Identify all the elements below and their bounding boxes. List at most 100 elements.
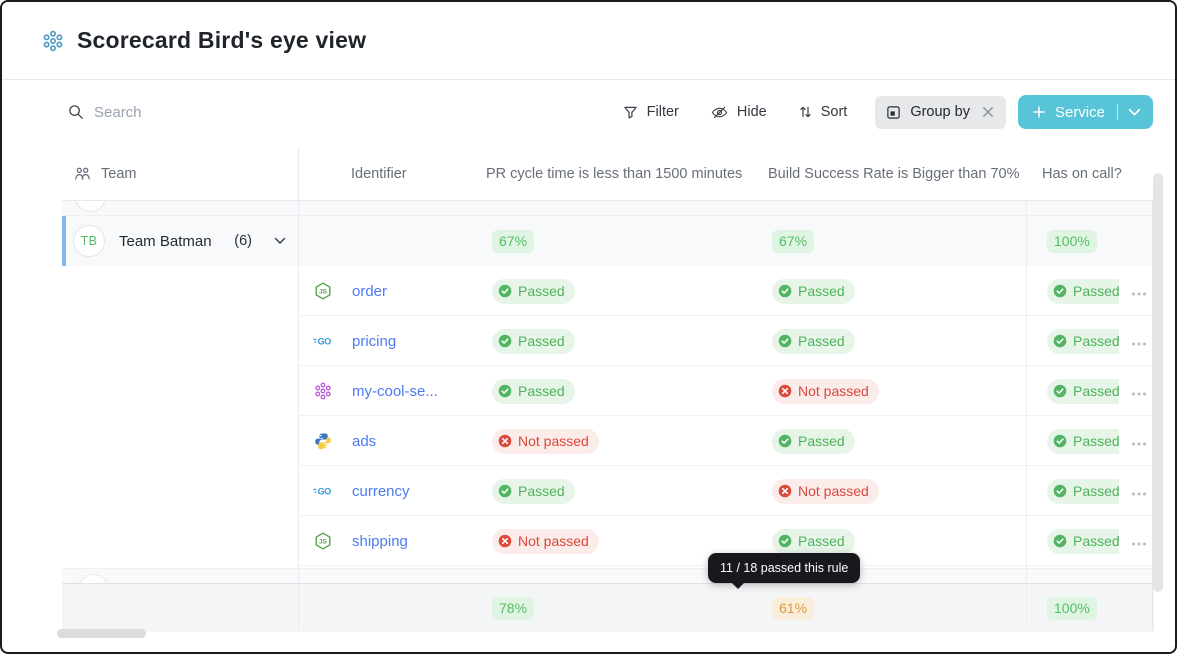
column-label: Has on call? (1042, 165, 1122, 182)
status-label: Passed (1073, 433, 1119, 449)
sort-label: Sort (820, 104, 848, 120)
horizontal-scrollbar-thumb[interactable] (57, 629, 146, 638)
table-row[interactable]: my-cool-se... Passed Not passed Passed (62, 366, 1154, 416)
toolbar: Filter Hide Sort Group by Service (2, 90, 1175, 134)
score-pill[interactable]: 100% (1047, 596, 1097, 620)
check-circle-icon (778, 284, 792, 298)
row-menu-button[interactable] (1129, 532, 1149, 551)
vertical-scrollbar-thumb[interactable] (1153, 173, 1163, 592)
row-menu-button[interactable] (1129, 432, 1149, 451)
nodejs-icon: JS (313, 282, 332, 301)
rule1-cell: Passed (485, 328, 767, 354)
check-circle-icon (778, 434, 792, 448)
status-badge: Passed (1047, 328, 1119, 354)
row-menu-button[interactable] (1129, 482, 1149, 501)
column-header-rule1[interactable]: PR cycle time is less than 1500 minutes (485, 166, 767, 182)
hide-button[interactable]: Hide (711, 104, 767, 120)
group-summary-rule3: 100% (1027, 596, 1154, 620)
clipped-badge: Passed (1047, 528, 1119, 554)
check-circle-icon (1053, 284, 1067, 298)
table-row[interactable]: JS order Passed Passed Passed (62, 266, 1154, 316)
status-label: Not passed (798, 483, 869, 499)
score-pill[interactable]: 67% (772, 229, 815, 253)
score-pill[interactable]: 61% (772, 596, 815, 620)
status-badge: Passed (772, 278, 855, 304)
service-link[interactable]: ads (352, 433, 376, 450)
status-label: Passed (518, 333, 565, 349)
chevron-down-icon[interactable] (274, 237, 286, 245)
status-badge: Passed (1047, 278, 1119, 304)
status-label: Passed (518, 483, 565, 499)
x-circle-icon (498, 434, 512, 448)
status-badge: Passed (492, 328, 575, 354)
eye-off-icon (711, 105, 728, 120)
status-label: Not passed (518, 533, 589, 549)
service-link[interactable]: shipping (352, 533, 408, 550)
group-by-chip[interactable]: Group by (875, 95, 1006, 129)
row-menu-button[interactable] (1129, 332, 1149, 351)
check-circle-icon (498, 484, 512, 498)
filter-button[interactable]: Filter (623, 104, 679, 120)
go-icon: GO (313, 332, 332, 351)
column-label: Build Success Rate is Bigger than 70% (768, 165, 1020, 182)
group-name: Team Batman (119, 232, 212, 250)
group-summary-rule3: 100% (1027, 229, 1154, 253)
column-header-rule3[interactable]: Has on call? (1027, 166, 1154, 182)
table-row[interactable]: GO currency Passed Not passed Passed (62, 466, 1154, 516)
close-icon[interactable] (981, 105, 995, 119)
ellipsis-icon (1131, 434, 1147, 449)
status-badge: Passed (492, 478, 575, 504)
chevron-down-icon[interactable] (1128, 108, 1141, 117)
group-by-icon (886, 105, 901, 120)
table-row[interactable]: JS shipping Not passed Passed Passed (62, 516, 1154, 566)
x-circle-icon (498, 534, 512, 548)
status-badge: Passed (1047, 378, 1119, 404)
ellipsis-icon (1131, 534, 1147, 549)
sort-button[interactable]: Sort (799, 104, 848, 120)
rule2-cell: Not passed (767, 478, 1027, 504)
rule2-cell: Passed (767, 328, 1027, 354)
status-badge: Passed (492, 378, 575, 404)
status-label: Passed (1073, 283, 1119, 299)
identifier-cell: GO pricing (298, 332, 485, 351)
svg-text:JS: JS (319, 539, 328, 546)
filter-label: Filter (646, 104, 679, 120)
cluster-icon (313, 382, 332, 401)
check-circle-icon (1053, 384, 1067, 398)
table-row[interactable]: GO pricing Passed Passed Passed (62, 316, 1154, 366)
group-row-team-batman[interactable]: TB Team Batman (6) 67% 67% 100% (62, 216, 1154, 266)
rule3-cell: Passed (1027, 328, 1154, 354)
score-pill[interactable]: 78% (492, 596, 535, 620)
score-pill[interactable]: 67% (492, 229, 535, 253)
score-pill[interactable]: 100% (1047, 229, 1097, 253)
toolbar-actions: Filter Hide Sort (623, 104, 848, 120)
status-label: Passed (798, 333, 845, 349)
status-badge: Not passed (772, 478, 879, 504)
rule3-cell: Passed (1027, 528, 1154, 554)
service-link[interactable]: pricing (352, 333, 396, 350)
avatar: TB (73, 225, 105, 257)
column-header-rule2[interactable]: Build Success Rate is Bigger than 70% (767, 166, 1027, 182)
search-input[interactable] (94, 103, 354, 121)
service-link[interactable]: order (352, 283, 387, 300)
group-summary-rule2: 67% (767, 229, 1027, 253)
status-badge: Not passed (492, 528, 599, 554)
rule2-cell: Passed (767, 528, 1027, 554)
column-divider (298, 147, 299, 630)
rule2-cell: Passed (767, 428, 1027, 454)
service-link[interactable]: my-cool-se... (352, 383, 438, 400)
partially-scrolled-group-row (62, 568, 1154, 584)
table-row[interactable]: ads Not passed Passed Passed (62, 416, 1154, 466)
column-header-identifier[interactable]: Identifier (298, 166, 485, 182)
partially-scrolled-group-row (62, 201, 1154, 216)
sort-icon (799, 105, 812, 119)
row-menu-button[interactable] (1129, 382, 1149, 401)
nodejs-icon: JS (313, 532, 332, 551)
column-header-team[interactable]: Team (62, 166, 298, 182)
status-badge: Passed (772, 528, 855, 554)
search-icon (68, 104, 84, 120)
add-service-button[interactable]: Service (1017, 95, 1153, 129)
row-menu-button[interactable] (1129, 282, 1149, 301)
identifier-cell: JS shipping (298, 532, 485, 551)
service-link[interactable]: currency (352, 483, 410, 500)
